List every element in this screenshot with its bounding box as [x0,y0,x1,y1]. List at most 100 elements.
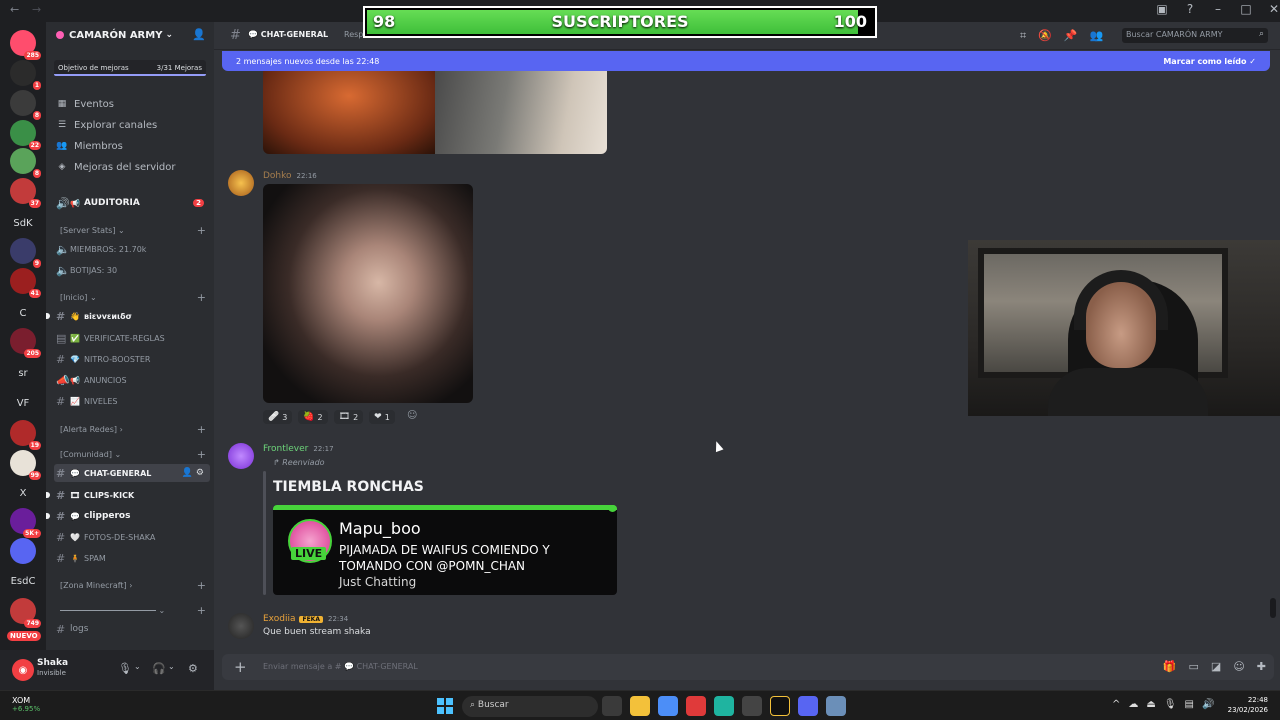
chevron-up-icon[interactable]: ^ [1112,699,1120,710]
nav-boosts[interactable]: ◈ Mejoras del servidor [56,159,176,175]
onedrive-icon[interactable]: ☁ [1128,699,1138,710]
message-composer[interactable]: + Enviar mensaje a # 💬 CHAT-GENERAL 🎁 ▭ … [222,654,1274,680]
channel-niveles[interactable]: # 📈 NIVELES [54,392,210,410]
message-author[interactable]: Frontlever [263,444,308,454]
avatar[interactable] [228,443,254,469]
office-icon[interactable] [686,696,706,716]
pin-icon[interactable]: 📌 [1064,29,1078,43]
add-attachment-icon[interactable]: + [234,658,247,676]
channel-bienvenido[interactable]: # 👋 віενvεиιδσ [46,307,210,325]
stock-widget[interactable]: XOM +6.95% [12,696,40,713]
reaction-chip[interactable]: 🎞 2 [333,410,364,424]
chevron-down-icon[interactable]: ⌄ [134,662,141,671]
category-inicio[interactable]: [Inicio] ⌄ + [60,291,206,304]
volume-icon[interactable]: 🔊 [1202,699,1214,710]
channel-spam[interactable]: # 🧍 SPAM [54,549,210,567]
chevron-down-icon[interactable]: ⌄ [168,662,175,671]
add-reaction-icon[interactable]: ☺ [407,410,417,421]
channel-settings-icon[interactable]: 👤 ⚙ [182,468,204,478]
add-channel-icon[interactable]: + [197,224,206,237]
threads-icon[interactable]: ⌗ [1020,29,1026,43]
back-arrow-icon[interactable]: ← [10,3,19,16]
category-server-stats[interactable]: [Server Stats] ⌄ + [60,224,206,237]
server-icon[interactable]: 5K+ [10,508,41,538]
message-author[interactable]: Exodiia [263,614,295,624]
add-channel-icon[interactable]: + [197,291,206,304]
minimize-icon[interactable]: – [1204,2,1232,16]
server-icon[interactable]: 285 [10,30,41,60]
search-input[interactable]: Buscar CAMARÓN ARMY ⌕ [1122,28,1268,43]
server-icon[interactable]: 19 [10,420,41,450]
channel-logs[interactable]: # logs [54,620,210,638]
discord-icon[interactable] [798,696,818,716]
member-list-icon[interactable]: 👥 [1090,29,1104,43]
server-icon[interactable]: 37 [10,178,41,208]
sticker-icon[interactable]: ◪ [1211,660,1221,673]
server-icon[interactable]: SdK [10,210,36,236]
guild-header[interactable]: CAMARÓN ARMY ⌄ 👤 [56,28,206,42]
server-icon[interactable]: EsdC [10,568,36,594]
usb-icon[interactable]: ⏏ [1146,699,1155,710]
server-icon[interactable]: 22 [10,120,41,150]
mic-tray-icon[interactable]: 🎙 [1164,699,1177,710]
new-messages-bar[interactable]: 2 mensajes nuevos desde las 22:48 Marcar… [222,51,1270,71]
apps-icon[interactable]: ✚ [1257,660,1266,673]
edge-icon[interactable] [714,696,734,716]
stream-embed-card[interactable]: LIVE Mapu_boo PIJAMADA DE WAIFUS COMIEND… [273,505,617,595]
headphones-icon[interactable]: 🎧 [152,662,166,675]
category-alerta-redes[interactable]: [Alerta Redes] › + [60,423,206,436]
streamlabs-icon[interactable] [770,696,790,716]
avatar[interactable]: ◉ [12,659,34,681]
category-divider[interactable]: ⌄ + [60,604,206,617]
invite-icon[interactable]: 👤 [192,28,206,41]
file-explorer-icon[interactable] [630,696,650,716]
server-icon[interactable]: 9 [10,238,41,268]
server-icon[interactable]: 749 [10,598,41,628]
windows-start-icon[interactable] [437,698,453,714]
reaction-chip[interactable]: ❤ 1 [369,410,395,424]
forward-arrow-icon[interactable]: → [32,3,41,16]
server-icon[interactable]: 8 [10,90,41,120]
obs-icon[interactable] [742,696,762,716]
server-icon[interactable]: 41 [10,268,41,298]
channel-stat-members[interactable]: 🔈 MIEMBROS: 21.70k [54,240,210,258]
add-channel-icon[interactable]: + [197,448,206,461]
channel-nitro[interactable]: # 💎 NITRO-BOOSTER [54,350,210,368]
nav-members[interactable]: 👥 Miembros [56,138,122,154]
boost-goal-bar[interactable]: Objetivo de mejoras 3/31 Mejoras [54,60,206,76]
server-icon[interactable]: sr [10,360,36,386]
channel-clips-kick[interactable]: # 🎞 CLIPS-KICK [46,486,210,504]
inbox-icon[interactable]: ▣ [1148,2,1176,16]
category-zona-minecraft[interactable]: [Zona Minecraft] › + [60,579,206,592]
taskbar-search[interactable]: ⌕ Buscar [462,696,598,717]
settings-app-icon[interactable] [826,696,846,716]
clock[interactable]: 22:48 23/02/2026 [1226,695,1268,715]
avatar[interactable] [228,613,254,639]
server-icon[interactable]: C [10,300,36,326]
channel-clipperos[interactable]: # 💬 clipperos [46,507,210,525]
task-view-icon[interactable] [602,696,622,716]
close-icon[interactable]: ✕ [1260,2,1280,16]
message-author[interactable]: Dohko [263,171,292,181]
reaction-chip[interactable]: 🍓 2 [298,410,328,424]
settings-gear-icon[interactable]: ⚙ [188,662,198,675]
scrollbar[interactable] [1270,598,1276,618]
mute-bell-icon[interactable]: 🔕 [1038,29,1052,43]
gif-icon[interactable]: ▭ [1189,660,1199,673]
emoji-icon[interactable]: ☺ [1233,660,1244,673]
channel-fotos[interactable]: # 🤍 FOTOS-DE-SHAKA [54,528,210,546]
reaction-chip[interactable]: 🩹 3 [263,410,293,424]
server-icon[interactable]: 99 [10,450,41,480]
server-icon[interactable]: VF [10,390,36,416]
help-icon[interactable]: ? [1176,2,1204,16]
add-channel-icon[interactable]: + [197,579,206,592]
channel-chat-general[interactable]: # 💬 CHAT-GENERAL 👤 ⚙ [54,464,210,482]
add-channel-icon[interactable]: + [197,423,206,436]
maximize-icon[interactable]: □ [1232,2,1260,16]
server-icon[interactable]: 205 [10,328,41,358]
channel-anuncios[interactable]: 📣 📢 ANUNCIOS [54,371,210,389]
image-attachment[interactable] [263,71,607,154]
photo-attachment[interactable] [263,184,473,403]
add-channel-icon[interactable]: + [197,604,206,617]
channel-auditoria[interactable]: 🔊 📢 AUDITORIA 2 [54,194,210,212]
